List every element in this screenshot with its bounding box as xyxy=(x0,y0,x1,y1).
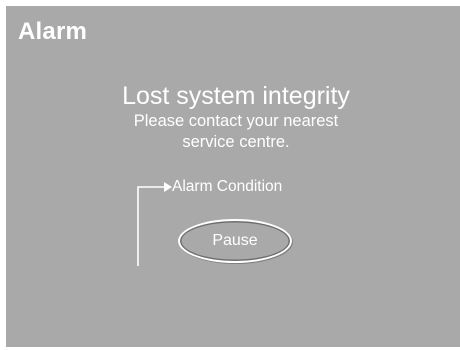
connector-line xyxy=(137,186,164,266)
pause-button-label: Pause xyxy=(212,232,258,249)
arrow-right-icon xyxy=(164,182,172,192)
pause-button[interactable]: Pause xyxy=(178,219,292,263)
alarm-condition-label: Alarm Condition xyxy=(172,178,283,195)
alarm-screen: Alarm Lost system integrity Please conta… xyxy=(6,6,460,347)
